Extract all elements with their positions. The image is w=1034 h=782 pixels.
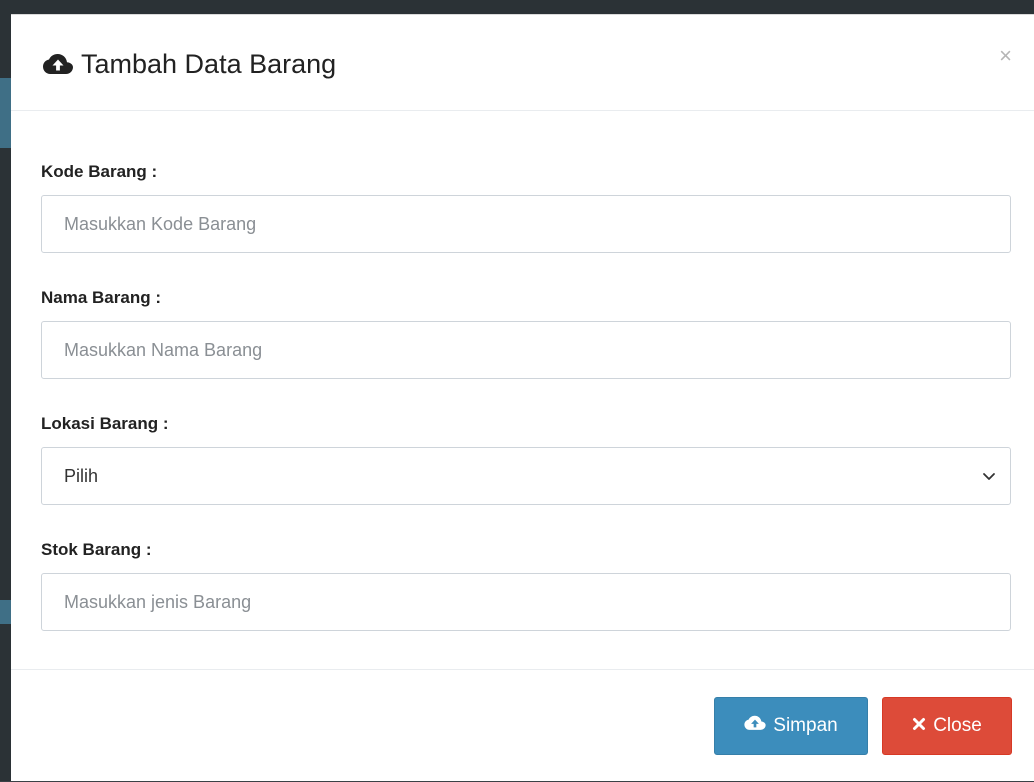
lokasi-barang-label: Lokasi Barang : (41, 414, 169, 433)
close-button-label: Close (933, 715, 982, 736)
simpan-button[interactable]: Simpan (714, 697, 868, 755)
simpan-button-label: Simpan (773, 715, 838, 736)
cloud-upload-icon (43, 53, 73, 77)
kode-barang-placeholder: Masukkan Kode Barang (64, 213, 257, 234)
modal-close-x-button[interactable]: × (999, 45, 1012, 67)
cloud-upload-icon (744, 715, 766, 738)
nama-barang-placeholder: Masukkan Nama Barang (64, 339, 263, 360)
lokasi-barang-select[interactable]: Pilih (41, 447, 1011, 505)
nama-barang-input[interactable]: Masukkan Nama Barang (41, 321, 1011, 379)
kode-barang-input[interactable]: Masukkan Kode Barang (41, 195, 1011, 253)
modal-title: Tambah Data Barang (43, 49, 336, 80)
modal-title-text: Tambah Data Barang (81, 49, 337, 79)
add-item-modal: Tambah Data Barang × Kode Barang : Masuk… (11, 14, 1034, 781)
modal-header: Tambah Data Barang × (11, 15, 1034, 111)
modal-footer: Simpan Close (11, 669, 1034, 782)
times-icon (912, 715, 926, 737)
close-button[interactable]: Close (882, 697, 1012, 755)
stok-barang-label: Stok Barang : (41, 540, 152, 559)
kode-barang-label: Kode Barang : (41, 162, 158, 181)
nama-barang-label: Nama Barang : (41, 288, 161, 307)
stok-barang-placeholder: Masukkan jenis Barang (64, 591, 252, 612)
chevron-down-icon (982, 466, 996, 487)
stok-barang-input[interactable]: Masukkan jenis Barang (41, 573, 1011, 631)
lokasi-barang-selected-value: Pilih (64, 465, 99, 486)
